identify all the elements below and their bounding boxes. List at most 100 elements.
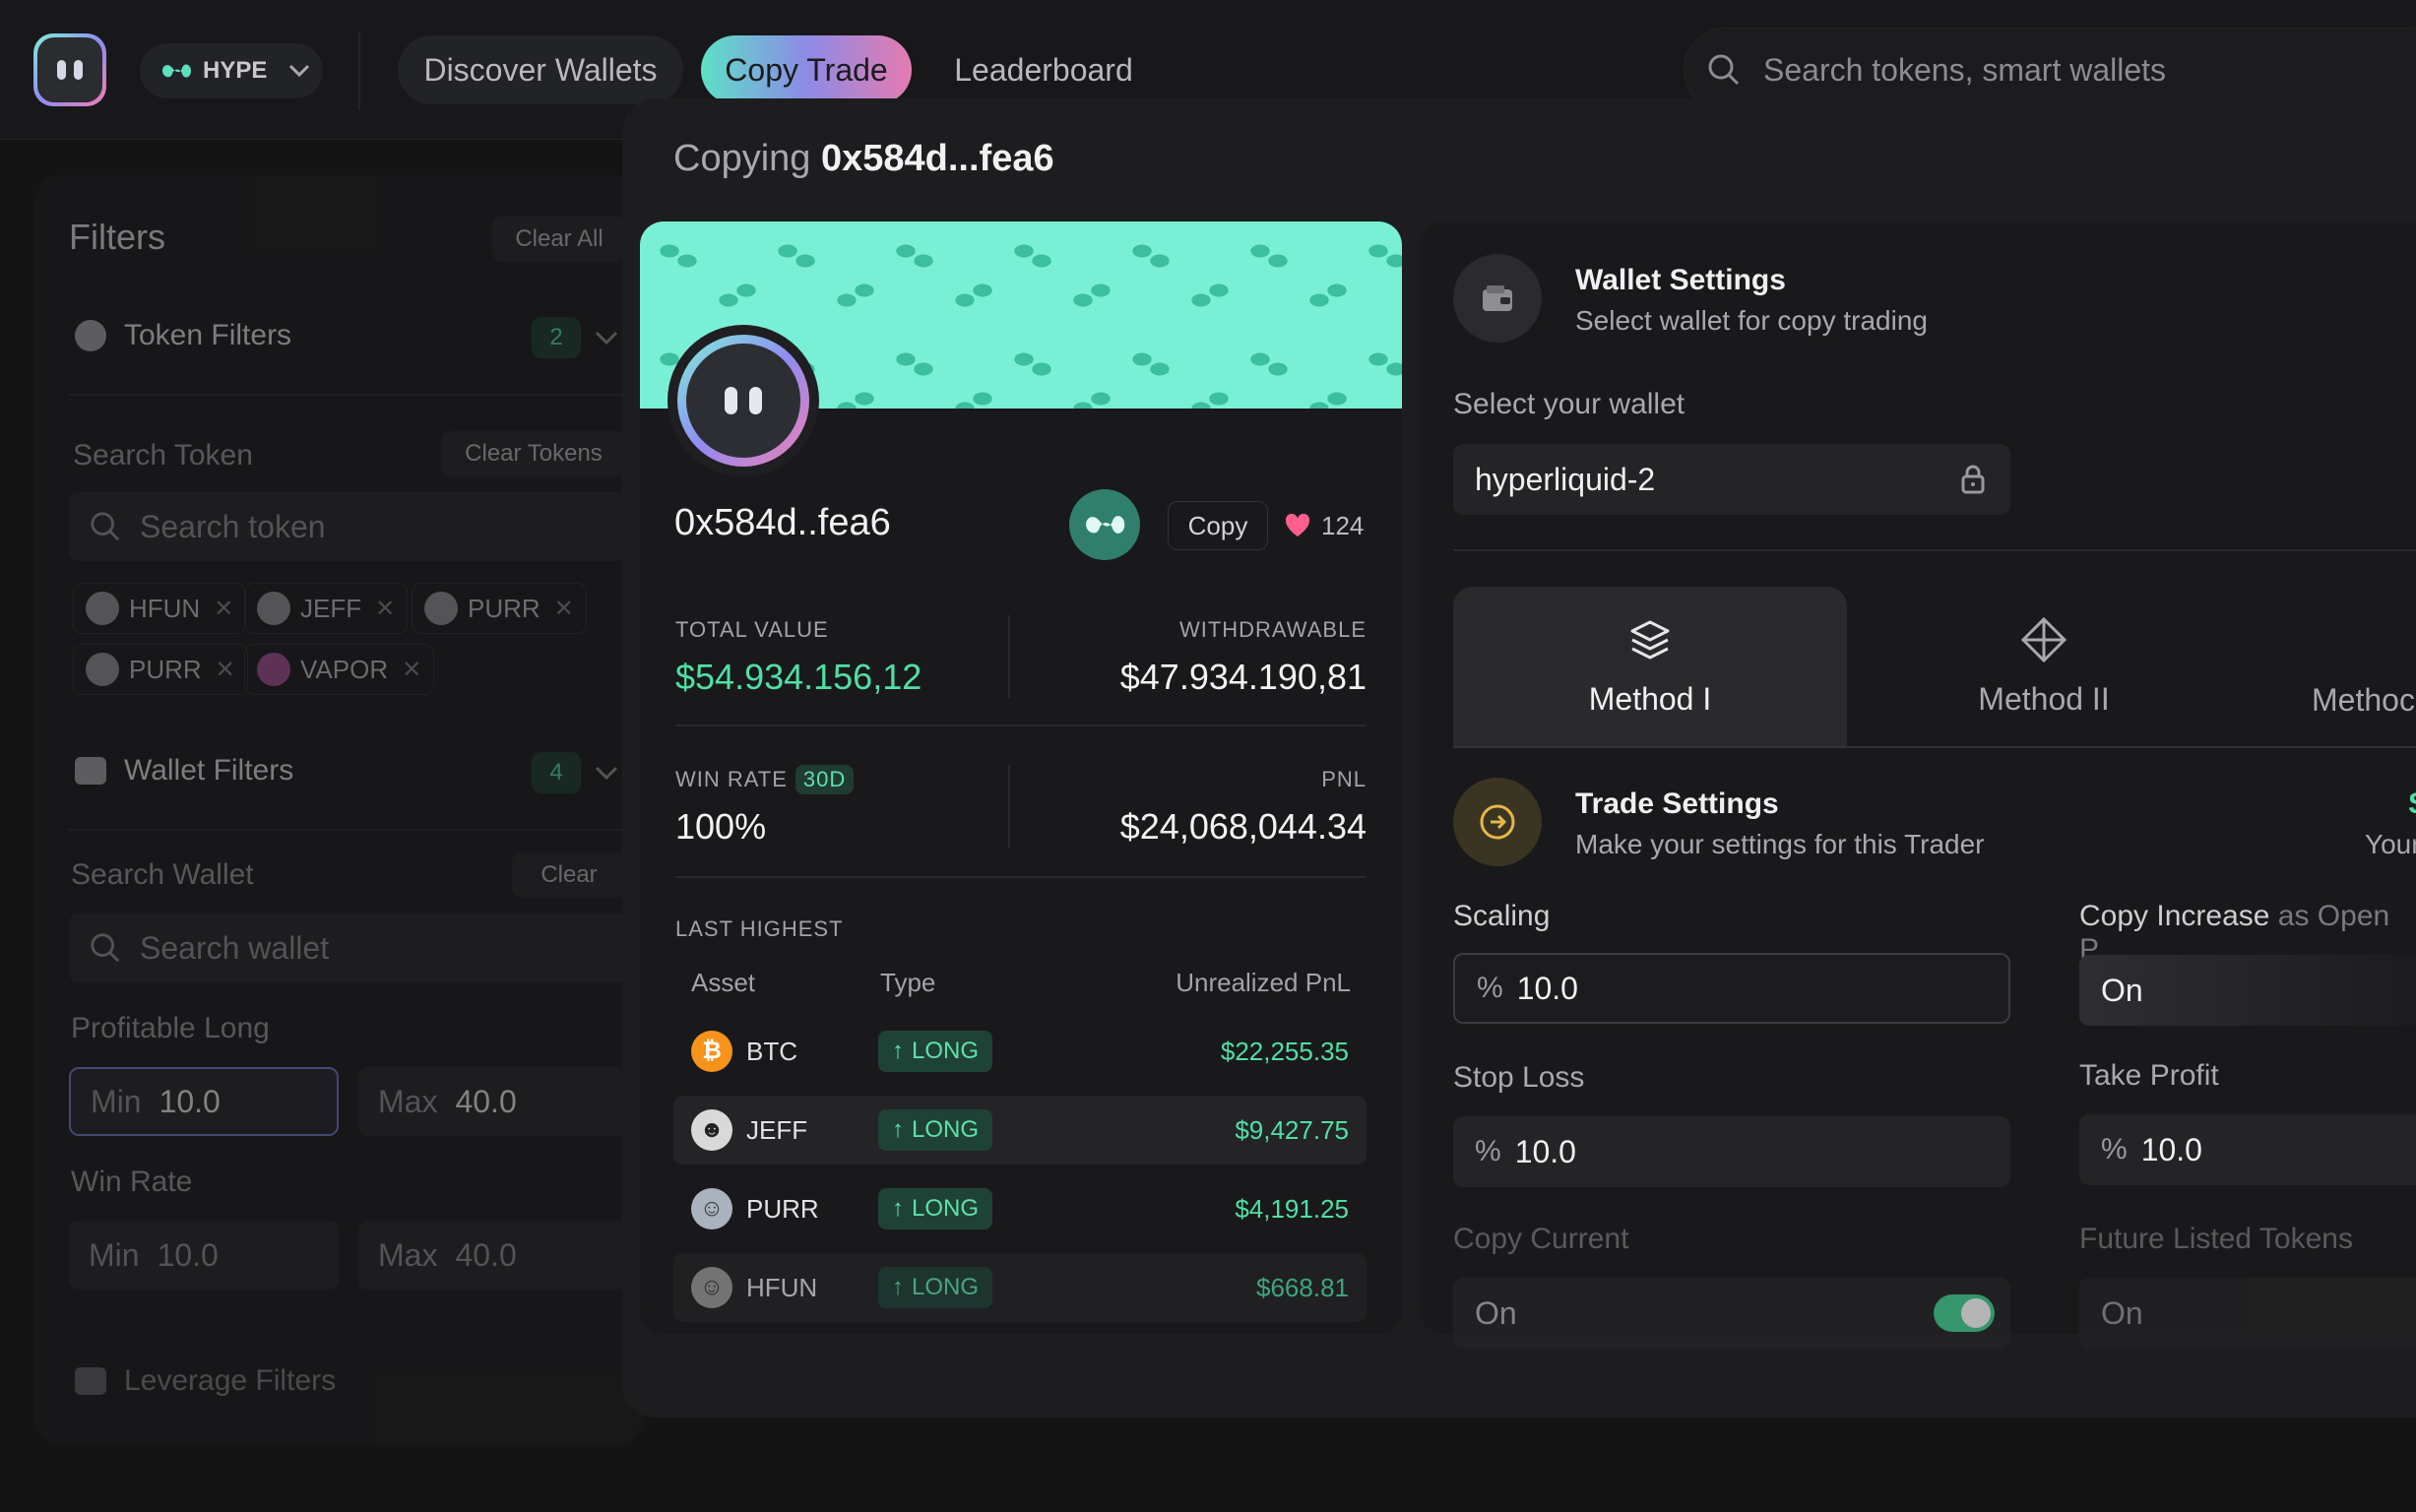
select-wallet-label: Select your wallet bbox=[1453, 388, 1685, 420]
table-row[interactable]: ₿ BTC ↑ LONG $22,255.35 bbox=[673, 1017, 1367, 1086]
table-row[interactable]: ☻ JEFF ↑ LONG $9,427.75 bbox=[673, 1096, 1367, 1165]
copy-increase-select[interactable]: On bbox=[2079, 955, 2416, 1026]
app-logo[interactable] bbox=[33, 33, 106, 106]
withdrawable-label: WITHDRAWABLE bbox=[1178, 617, 1367, 642]
wallet-filters-header[interactable]: Wallet Filters bbox=[75, 754, 293, 788]
arrow-up-icon: ↑ bbox=[892, 1195, 904, 1222]
close-icon[interactable]: ✕ bbox=[554, 595, 574, 623]
arrow-up-icon: ↑ bbox=[892, 1038, 904, 1064]
take-profit-value: 10.0 bbox=[2140, 1131, 2202, 1167]
leverage-icon bbox=[75, 1367, 106, 1395]
asset-name: BTC bbox=[746, 1036, 797, 1066]
close-icon[interactable]: ✕ bbox=[214, 595, 233, 623]
token-chip-label: PURR bbox=[129, 654, 202, 684]
min-value: 10.0 bbox=[157, 1236, 219, 1273]
win-rate-max-input[interactable]: Max 40.0 bbox=[358, 1221, 626, 1290]
heart-icon bbox=[1285, 513, 1310, 536]
right-hint-subtitle: Your bbox=[2365, 829, 2416, 859]
table-row[interactable]: ☺ HFUN ↑ LONG $668.81 bbox=[673, 1253, 1367, 1322]
purr-cat-icon: ☺ bbox=[691, 1188, 732, 1229]
clear-all-button[interactable]: Clear All bbox=[492, 217, 626, 262]
min-label: Min bbox=[89, 1236, 140, 1273]
search-wallet-input[interactable]: Search wallet bbox=[69, 914, 626, 982]
scaling-input[interactable]: % 10.0 bbox=[1453, 953, 2010, 1024]
token-avatar bbox=[257, 653, 290, 686]
close-icon[interactable]: ✕ bbox=[375, 595, 395, 623]
unrealized-pnl: $9,427.75 bbox=[1235, 1114, 1349, 1145]
token-avatar bbox=[86, 653, 119, 686]
token-chip[interactable]: PURR ✕ bbox=[412, 583, 587, 634]
percent-symbol: % bbox=[2101, 1133, 2128, 1166]
trade-settings-subtitle: Make your settings for this Trader bbox=[1575, 829, 1985, 859]
copy-current-toggle[interactable] bbox=[1934, 1294, 1995, 1332]
max-value: 40.0 bbox=[455, 1083, 517, 1119]
arrow-up-icon: ↑ bbox=[892, 1116, 904, 1143]
wallet-icon bbox=[1483, 285, 1512, 311]
close-icon[interactable]: ✕ bbox=[402, 656, 421, 684]
win-rate-min-input[interactable]: Min 10.0 bbox=[69, 1221, 339, 1290]
position-type: LONG bbox=[912, 1195, 980, 1222]
trader-address: 0x584d..fea6 bbox=[674, 502, 891, 543]
withdrawable-value: $47.934.190,81 bbox=[1119, 657, 1367, 697]
divider bbox=[69, 394, 626, 396]
filters-panel: Filters Clear All Token Filters 2 Search… bbox=[33, 175, 644, 1445]
wallet-settings-icon bbox=[1453, 254, 1542, 343]
likes[interactable]: 124 bbox=[1284, 501, 1364, 550]
token-chip-label: PURR bbox=[468, 593, 540, 623]
tab-method-1[interactable]: Method I bbox=[1453, 587, 1847, 746]
stop-loss-label: Stop Loss bbox=[1453, 1061, 1585, 1094]
nav-leaderboard[interactable]: Leaderboard bbox=[929, 35, 1158, 104]
long-badge: ↑ LONG bbox=[878, 1031, 993, 1072]
token-chip-label: JEFF bbox=[300, 593, 362, 623]
chevron-down-icon[interactable] bbox=[595, 766, 618, 780]
network-selector[interactable]: HYPE bbox=[140, 43, 323, 98]
nav-copy-trade[interactable]: Copy Trade bbox=[701, 35, 912, 104]
diamond-grid-icon bbox=[2020, 616, 2067, 662]
wallet-select[interactable]: hyperliquid-2 bbox=[1453, 444, 2010, 515]
profitable-long-min-input[interactable]: Min 10.0 bbox=[69, 1067, 339, 1136]
search-icon bbox=[1708, 54, 1740, 86]
token-avatar bbox=[257, 592, 290, 625]
min-label: Min bbox=[91, 1083, 142, 1119]
tab-method-3-label: Methoc bbox=[2312, 682, 2415, 718]
tab-method-3[interactable]: Methoc bbox=[2241, 587, 2416, 746]
copy-address-button[interactable]: Copy bbox=[1168, 501, 1268, 550]
token-chip[interactable]: VAPOR ✕ bbox=[244, 644, 435, 695]
token-filters-header[interactable]: Token Filters bbox=[75, 319, 291, 352]
wallet-filters-label: Wallet Filters bbox=[124, 754, 294, 787]
stop-loss-input[interactable]: % 10.0 bbox=[1453, 1116, 2010, 1187]
search-token-input[interactable]: Search token bbox=[69, 492, 626, 561]
token-chip[interactable]: JEFF ✕ bbox=[244, 583, 409, 634]
table-row[interactable]: ☺ PURR ↑ LONG $4,191.25 bbox=[673, 1174, 1367, 1243]
chevron-down-icon[interactable] bbox=[595, 331, 618, 345]
clear-tokens-button[interactable]: Clear Tokens bbox=[441, 431, 626, 476]
tab-method-2[interactable]: Method II bbox=[1847, 587, 2241, 746]
divider bbox=[1453, 746, 2416, 748]
win-rate-label: WIN RATE 30D bbox=[675, 765, 855, 794]
asset-name: HFUN bbox=[746, 1272, 818, 1302]
clear-wallet-button[interactable]: Clear bbox=[512, 852, 626, 898]
layers-icon bbox=[1630, 620, 1670, 659]
jeff-avatar-icon: ☻ bbox=[691, 1109, 732, 1151]
position-type: LONG bbox=[912, 1038, 980, 1064]
wallet-filters-count: 4 bbox=[532, 752, 581, 793]
nav-discover-wallets[interactable]: Discover Wallets bbox=[398, 35, 683, 104]
copy-current-toggle-field[interactable]: On bbox=[1453, 1278, 2010, 1349]
profitable-long-max-input[interactable]: Max 40.0 bbox=[358, 1067, 626, 1136]
future-listed-select[interactable]: On bbox=[2079, 1278, 2416, 1349]
take-profit-input[interactable]: % 10.0 bbox=[2079, 1114, 2416, 1185]
search-icon bbox=[91, 933, 120, 963]
col-asset: Asset bbox=[691, 968, 756, 997]
token-chip[interactable]: HFUN ✕ bbox=[73, 583, 247, 634]
leverage-filters-header[interactable]: Leverage Filters bbox=[75, 1364, 336, 1398]
copy-increase-label-main: Copy Increase bbox=[2079, 900, 2270, 932]
col-unrealized-pnl: Unrealized PnL bbox=[1176, 968, 1351, 997]
copy-increase-value: On bbox=[2101, 972, 2143, 1008]
max-label: Max bbox=[378, 1083, 438, 1119]
modal-title-address: 0x584d...fea6 bbox=[820, 138, 1054, 179]
token-chip[interactable]: PURR ✕ bbox=[73, 644, 248, 695]
close-icon[interactable]: ✕ bbox=[216, 656, 235, 684]
divider bbox=[1008, 765, 1010, 848]
search-icon bbox=[91, 512, 120, 541]
hfun-icon: ☺ bbox=[691, 1267, 732, 1308]
